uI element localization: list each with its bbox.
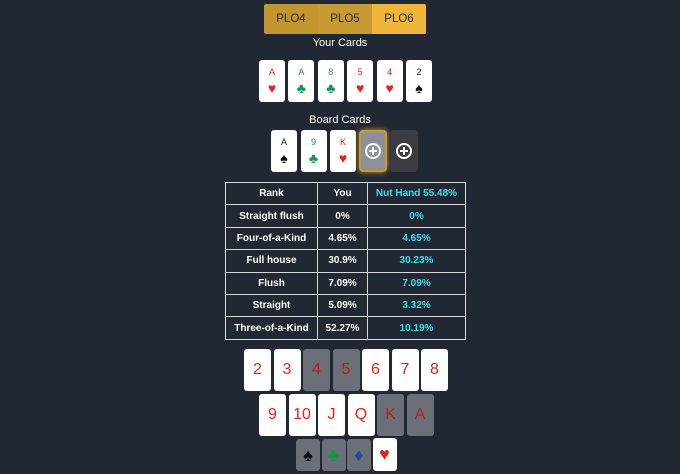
row-nut: 3.32%	[367, 293, 466, 318]
heart-suit-button[interactable]: ♥	[372, 438, 397, 471]
rank-button-9[interactable]: 9	[259, 394, 286, 436]
rank-button-8[interactable]: 8	[421, 349, 448, 391]
board-slot-river[interactable]	[390, 130, 418, 172]
board-slot-turn[interactable]	[359, 130, 387, 172]
card-suit-icon: ♥	[356, 80, 365, 96]
header-you: You	[317, 181, 368, 206]
your-card[interactable]: A ♣	[288, 60, 315, 102]
card-suit-icon: ♥	[267, 80, 277, 96]
row-rank: Straight flush	[225, 204, 318, 228]
tab-plo5[interactable]: PLO5	[318, 4, 372, 34]
add-card-icon	[396, 143, 412, 159]
rank-button-k[interactable]: K	[377, 394, 404, 436]
card-rank: 8	[328, 67, 334, 77]
your-card[interactable]: 2 ♠	[406, 60, 432, 102]
table-row: Straight 5.09% 3.32%	[225, 293, 466, 318]
header-rank: Rank	[225, 181, 318, 206]
rank-button-7[interactable]: 7	[391, 349, 419, 391]
row-nut: 0%	[367, 204, 466, 228]
rank-button-5[interactable]: 5	[332, 349, 360, 391]
row-you: 4.65%	[317, 226, 368, 251]
card-suit-icon: ♣	[326, 80, 336, 96]
row-you: 0%	[317, 204, 368, 228]
card-suit-icon: ♥	[385, 80, 394, 96]
rank-button-6[interactable]: 6	[362, 349, 389, 391]
card-suit-icon: ♠	[415, 80, 423, 96]
card-suit-icon: ♠	[280, 150, 288, 166]
card-suit-icon: ♣	[296, 80, 306, 96]
row-you: 52.27%	[317, 316, 368, 340]
row-you: 7.09%	[317, 271, 368, 295]
row-nut: 10.19%	[367, 316, 466, 340]
tab-plo6[interactable]: PLO6	[372, 4, 426, 34]
card-rank: 2	[416, 67, 422, 77]
board-card[interactable]: K ♥	[330, 130, 356, 172]
card-rank: A	[298, 67, 305, 77]
card-rank: 4	[387, 67, 393, 77]
row-rank: Full house	[225, 249, 318, 273]
card-suit-icon: ♥	[338, 150, 348, 166]
table-row: Full house 30.9% 30.23%	[225, 249, 466, 273]
row-you: 30.9%	[317, 249, 368, 273]
card-rank: 5	[357, 67, 363, 77]
your-card[interactable]: 4 ♥	[376, 60, 403, 102]
table-header-row: Rank You Nut Hand 55.48%	[225, 181, 466, 206]
hand-odds-table: Rank You Nut Hand 55.48% Straight flush …	[225, 181, 466, 340]
row-rank: Flush	[225, 271, 318, 295]
row-nut: 4.65%	[367, 226, 466, 251]
your-card[interactable]: A ♥	[259, 60, 285, 102]
table-row: Four-of-a-Kind 4.65% 4.65%	[225, 226, 466, 251]
row-rank: Four-of-a-Kind	[225, 226, 318, 251]
row-nut: 7.09%	[367, 271, 466, 295]
spade-suit-button[interactable]: ♠	[296, 439, 320, 471]
rank-button-3[interactable]: 3	[273, 349, 301, 391]
table-row: Straight flush 0% 0%	[225, 204, 466, 228]
card-rank: K	[339, 137, 346, 147]
card-rank: 9	[310, 137, 316, 147]
add-card-icon	[365, 143, 381, 159]
your-card[interactable]: 8 ♣	[317, 60, 344, 102]
game-type-tabs: PLO4 PLO5 PLO6	[264, 4, 426, 34]
diamond-suit-button[interactable]: ♦	[347, 439, 371, 471]
row-nut: 30.23%	[367, 249, 466, 273]
club-suit-button[interactable]: ♣	[321, 439, 346, 471]
card-rank: A	[280, 137, 287, 147]
your-card[interactable]: 5 ♥	[347, 60, 374, 102]
tab-plo4[interactable]: PLO4	[264, 4, 318, 34]
rank-button-2[interactable]: 2	[244, 349, 271, 391]
table-row: Flush 7.09% 7.09%	[225, 271, 466, 295]
rank-button-10[interactable]: 10	[288, 394, 316, 436]
rank-button-a[interactable]: A	[406, 394, 434, 436]
rank-button-4[interactable]: 4	[303, 349, 330, 391]
your-cards-title: Your Cards	[312, 37, 368, 49]
board-cards-title: Board Cards	[309, 114, 371, 126]
rank-button-q[interactable]: Q	[347, 394, 375, 436]
board-card[interactable]: 9 ♣	[300, 130, 327, 172]
rank-button-j[interactable]: J	[318, 394, 345, 436]
card-rank: A	[268, 67, 275, 77]
header-nut-hand: Nut Hand 55.48%	[367, 181, 466, 206]
row-you: 5.09%	[317, 293, 368, 318]
board-card[interactable]: A ♠	[271, 130, 297, 172]
table-row: Three-of-a-Kind 52.27% 10.19%	[225, 316, 466, 340]
row-rank: Three-of-a-Kind	[225, 316, 318, 340]
card-suit-icon: ♣	[308, 150, 319, 166]
row-rank: Straight	[225, 293, 318, 318]
